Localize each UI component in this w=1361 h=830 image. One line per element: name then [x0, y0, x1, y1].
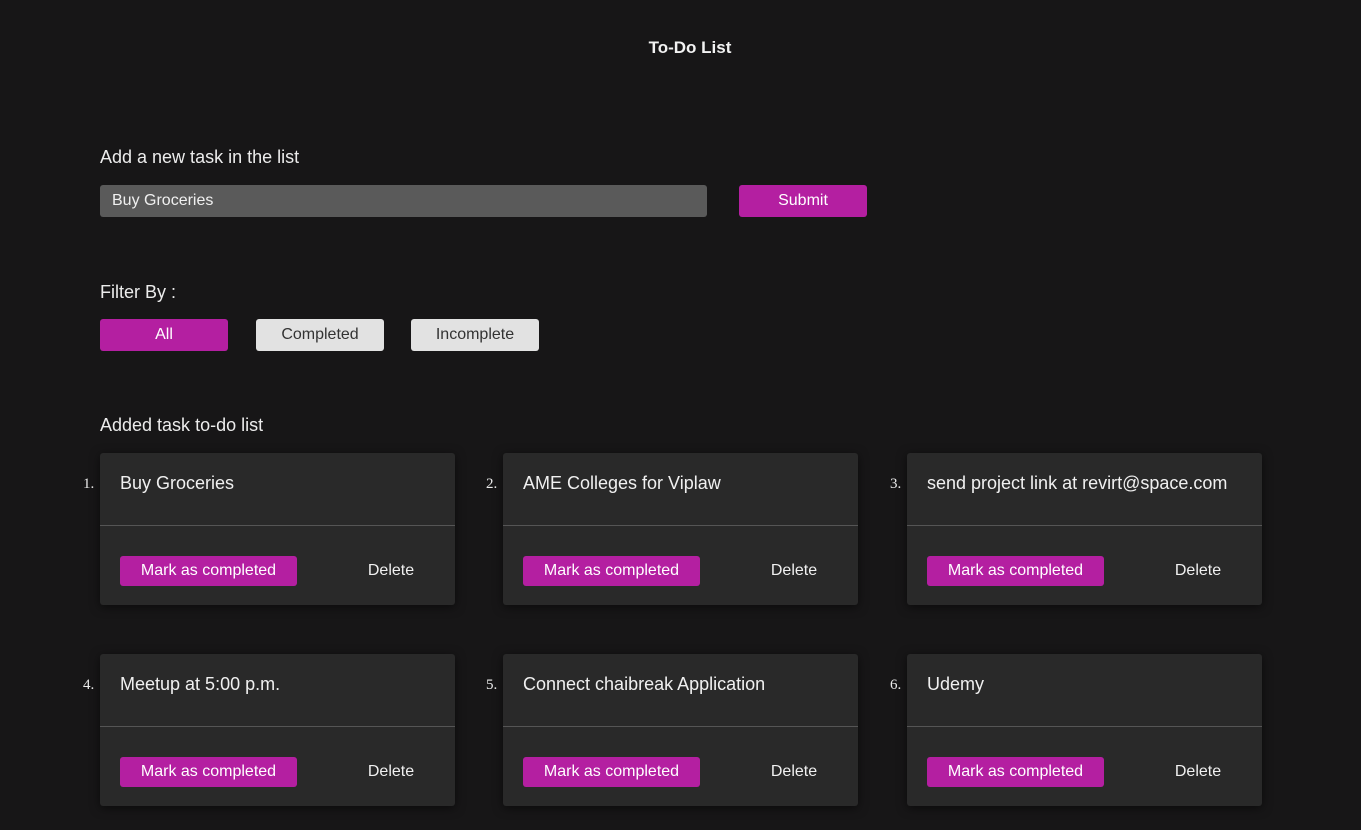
task-divider [503, 525, 858, 526]
delete-button[interactable]: Delete [350, 556, 432, 586]
task-number: 3. [890, 476, 902, 492]
todo-app: To-Do List Add a new task in the list Su… [0, 0, 1361, 830]
mark-completed-button[interactable]: Mark as completed [523, 757, 700, 787]
task-text: Buy Groceries [120, 473, 235, 493]
mark-completed-button[interactable]: Mark as completed [120, 556, 297, 586]
mark-completed-button[interactable]: Mark as completed [927, 556, 1104, 586]
task-card: Udemy Mark as completed Delete [907, 654, 1262, 806]
task-text: Meetup at 5:00 p.m. [120, 674, 281, 694]
delete-button[interactable]: Delete [350, 757, 432, 787]
filter-incomplete-button[interactable]: Incomplete [411, 319, 539, 351]
task-number: 1. [83, 476, 95, 492]
submit-button[interactable]: Submit [739, 185, 867, 217]
task-divider [100, 726, 455, 727]
task-card: AME Colleges for Viplaw Mark as complete… [503, 453, 858, 605]
add-task-label: Add a new task in the list [100, 147, 300, 167]
mark-completed-button[interactable]: Mark as completed [120, 757, 297, 787]
task-text: AME Colleges for Viplaw [523, 473, 721, 493]
delete-button[interactable]: Delete [1157, 556, 1239, 586]
task-text: Udemy [927, 674, 985, 694]
task-card: send project link at revirt@space.com Ma… [907, 453, 1262, 605]
delete-button[interactable]: Delete [753, 757, 835, 787]
task-card: Buy Groceries Mark as completed Delete [100, 453, 455, 605]
task-number: 6. [890, 677, 902, 693]
task-text: Connect chaibreak Application [523, 674, 766, 694]
task-number: 5. [486, 677, 498, 693]
delete-button[interactable]: Delete [753, 556, 835, 586]
filter-completed-button[interactable]: Completed [256, 319, 384, 351]
task-list-label: Added task to-do list [100, 415, 264, 435]
task-input[interactable] [100, 185, 707, 217]
task-card: Meetup at 5:00 p.m. Mark as completed De… [100, 654, 455, 806]
task-card: Connect chaibreak Application Mark as co… [503, 654, 858, 806]
task-divider [503, 726, 858, 727]
filter-all-button[interactable]: All [100, 319, 228, 351]
mark-completed-button[interactable]: Mark as completed [523, 556, 700, 586]
task-divider [907, 726, 1262, 727]
task-number: 4. [83, 677, 95, 693]
task-divider [907, 525, 1262, 526]
task-number: 2. [486, 476, 498, 492]
mark-completed-button[interactable]: Mark as completed [927, 757, 1104, 787]
delete-button[interactable]: Delete [1157, 757, 1239, 787]
task-divider [100, 525, 455, 526]
task-text: send project link at revirt@space.com [927, 473, 1228, 493]
page-title: To-Do List [648, 38, 732, 57]
filter-label: Filter By : [100, 282, 177, 302]
